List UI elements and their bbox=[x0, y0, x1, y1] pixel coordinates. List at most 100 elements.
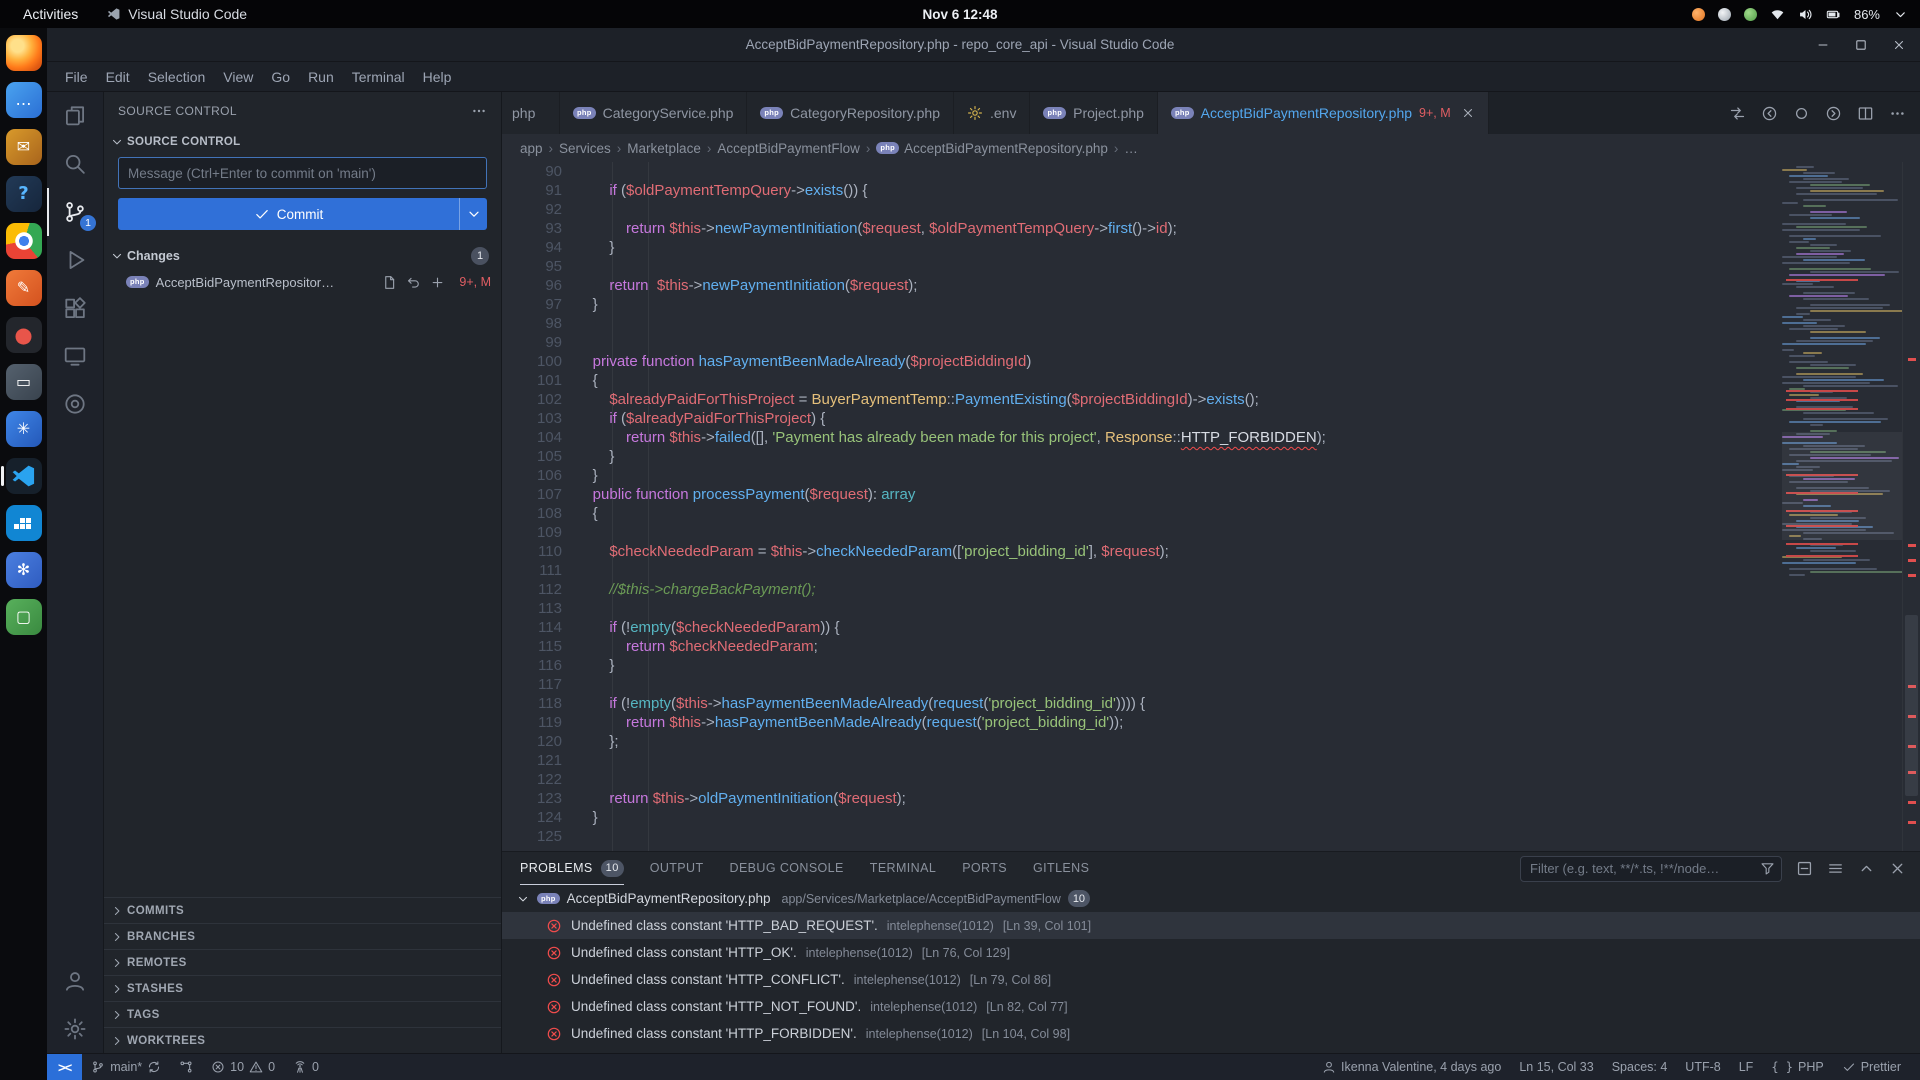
sidebar-section-stashes[interactable]: STASHES bbox=[104, 975, 501, 1001]
activities-button[interactable]: Activities bbox=[14, 2, 87, 26]
dock-item-chrome[interactable] bbox=[6, 223, 42, 259]
commit-dropdown-button[interactable] bbox=[459, 198, 487, 230]
code-editor[interactable]: 9091 if ($oldPaymentTempQuery->exists())… bbox=[502, 162, 1782, 851]
clock[interactable]: Nov 6 12:48 bbox=[922, 7, 997, 22]
breadcrumb-item-…[interactable]: … bbox=[1124, 141, 1138, 156]
menu-item-go[interactable]: Go bbox=[262, 65, 299, 89]
dock-item-app-blue[interactable]: ✳ bbox=[6, 411, 42, 447]
dock-item-help[interactable]: ? bbox=[6, 176, 42, 212]
status-problems[interactable]: 100 bbox=[202, 1054, 284, 1080]
breadcrumb-item-Marketplace[interactable]: Marketplace bbox=[627, 141, 701, 156]
activity-item-source-control[interactable]: 1 bbox=[47, 188, 103, 236]
problem-row[interactable]: Undefined class constant 'HTTP_NOT_FOUND… bbox=[502, 993, 1920, 1020]
breadcrumb[interactable]: app›Services›Marketplace›AcceptBidPaymen… bbox=[502, 134, 1920, 162]
menu-item-help[interactable]: Help bbox=[414, 65, 461, 89]
close-panel-icon[interactable] bbox=[1889, 860, 1906, 877]
code-line[interactable]: 96 return $this->newPaymentInitiation($r… bbox=[502, 276, 1782, 295]
sidebar-section-remotes[interactable]: REMOTES bbox=[104, 949, 501, 975]
maximize-button[interactable] bbox=[1854, 38, 1868, 52]
dock-item-mail[interactable]: ✉ bbox=[6, 129, 42, 165]
menu-item-run[interactable]: Run bbox=[299, 65, 343, 89]
menu-item-edit[interactable]: Edit bbox=[97, 65, 139, 89]
code-line[interactable]: 121 bbox=[502, 751, 1782, 770]
breadcrumb-item-AcceptBidPaymentFlow[interactable]: AcceptBidPaymentFlow bbox=[717, 141, 860, 156]
status-commit-graph[interactable] bbox=[170, 1054, 202, 1080]
open-file-icon[interactable] bbox=[382, 275, 397, 290]
dock-item-photos[interactable]: ● bbox=[6, 317, 42, 353]
code-line[interactable]: 101 { bbox=[502, 371, 1782, 390]
code-line[interactable]: 95 bbox=[502, 257, 1782, 276]
problem-row[interactable]: Undefined class constant 'HTTP_CONFLICT'… bbox=[502, 966, 1920, 993]
status-language[interactable]: { }PHP bbox=[1762, 1054, 1832, 1080]
problems-filter-input[interactable] bbox=[1520, 856, 1782, 882]
code-line[interactable]: 91 if ($oldPaymentTempQuery->exists()) { bbox=[502, 181, 1782, 200]
close-window-button[interactable] bbox=[1892, 38, 1906, 52]
scrollbar[interactable] bbox=[1902, 162, 1920, 851]
tab-CategoryRepository.php[interactable]: phpCategoryRepository.php bbox=[747, 92, 954, 134]
tray-indicator-light-icon[interactable] bbox=[1718, 8, 1731, 21]
network-icon[interactable] bbox=[1770, 7, 1785, 22]
focused-app[interactable]: Visual Studio Code bbox=[107, 6, 247, 22]
breadcrumb-item-app[interactable]: app bbox=[520, 141, 543, 156]
tray-indicator-orange-icon[interactable] bbox=[1692, 8, 1705, 21]
code-line[interactable]: 113 bbox=[502, 599, 1782, 618]
panel-tab-debug-console[interactable]: DEBUG CONSOLE bbox=[730, 852, 844, 885]
navigate-forward-icon[interactable] bbox=[1825, 105, 1842, 122]
collapse-all-icon[interactable] bbox=[1796, 860, 1813, 877]
more-actions-icon[interactable] bbox=[471, 103, 487, 119]
close-tab-icon[interactable] bbox=[1461, 106, 1475, 120]
code-line[interactable]: 103 if ($alreadyPaidForThisProject) { bbox=[502, 409, 1782, 428]
commit-button[interactable]: Commit bbox=[118, 198, 487, 230]
panel-tab-ports[interactable]: PORTS bbox=[962, 852, 1007, 885]
activity-item-search[interactable] bbox=[47, 140, 103, 188]
minimize-button[interactable] bbox=[1816, 38, 1830, 52]
code-line[interactable]: 105 } bbox=[502, 447, 1782, 466]
code-line[interactable]: 120 }; bbox=[502, 732, 1782, 751]
code-line[interactable]: 116 } bbox=[502, 656, 1782, 675]
problems-file-group[interactable]: php AcceptBidPaymentRepository.php app/S… bbox=[502, 885, 1920, 912]
code-line[interactable]: 97 } bbox=[502, 295, 1782, 314]
status-indentation[interactable]: Spaces: 4 bbox=[1603, 1054, 1677, 1080]
menu-item-selection[interactable]: Selection bbox=[139, 65, 215, 89]
breadcrumb-item-AcceptBidPaymentRepository.php[interactable]: phpAcceptBidPaymentRepository.php bbox=[876, 141, 1108, 156]
menu-item-terminal[interactable]: Terminal bbox=[343, 65, 414, 89]
code-line[interactable]: 92 bbox=[502, 200, 1782, 219]
panel-tab-output[interactable]: OUTPUT bbox=[650, 852, 704, 885]
system-tray[interactable]: 86% bbox=[1692, 7, 1908, 22]
problem-row[interactable]: Undefined class constant 'HTTP_FORBIDDEN… bbox=[502, 1020, 1920, 1047]
code-line[interactable]: 119 return $this->hasPaymentBeenMadeAlre… bbox=[502, 713, 1782, 732]
navigate-back-icon[interactable] bbox=[1761, 105, 1778, 122]
dock-item-boxes[interactable]: ▢ bbox=[6, 599, 42, 635]
code-line[interactable]: 99 bbox=[502, 333, 1782, 352]
commit-message-input[interactable] bbox=[118, 157, 487, 189]
sidebar-section-commits[interactable]: COMMITS bbox=[104, 897, 501, 923]
code-line[interactable]: 100 private function hasPaymentBeenMadeA… bbox=[502, 352, 1782, 371]
open-changes-icon[interactable] bbox=[1729, 105, 1746, 122]
changes-section-header[interactable]: Changes 1 bbox=[104, 243, 501, 269]
code-line[interactable]: 123 return $this->oldPaymentInitiation($… bbox=[502, 789, 1782, 808]
more-actions-icon[interactable] bbox=[1889, 105, 1906, 122]
menu-item-file[interactable]: File bbox=[56, 65, 97, 89]
scrollbar-thumb[interactable] bbox=[1905, 615, 1918, 796]
sidebar-section-tags[interactable]: TAGS bbox=[104, 1001, 501, 1027]
panel-tab-problems[interactable]: PROBLEMS10 bbox=[520, 852, 624, 885]
activity-item-accounts[interactable] bbox=[47, 957, 103, 1005]
code-line[interactable]: 106 } bbox=[502, 466, 1782, 485]
code-line[interactable]: 114 if (!empty($checkNeededParam)) { bbox=[502, 618, 1782, 637]
dock-item-screenshare[interactable]: ▭ bbox=[6, 364, 42, 400]
tab-CategoryService.php[interactable]: phpCategoryService.php bbox=[560, 92, 747, 134]
dock-item-vscode[interactable] bbox=[6, 458, 42, 494]
code-line[interactable]: 115 return $checkNeededParam; bbox=[502, 637, 1782, 656]
panel-tab-terminal[interactable]: TERMINAL bbox=[870, 852, 936, 885]
discard-changes-icon[interactable] bbox=[406, 275, 421, 290]
sidebar-section-worktrees[interactable]: WORKTREES bbox=[104, 1027, 501, 1053]
code-line[interactable]: 117 bbox=[502, 675, 1782, 694]
status-eol[interactable]: LF bbox=[1730, 1054, 1763, 1080]
panel-tab-gitlens[interactable]: GITLENS bbox=[1033, 852, 1089, 885]
volume-icon[interactable] bbox=[1798, 7, 1813, 22]
problem-row[interactable]: Undefined class constant 'HTTP_OK'.intel… bbox=[502, 939, 1920, 966]
changed-file-row[interactable]: php AcceptBidPaymentRepositor… 9+, M bbox=[104, 269, 501, 295]
battery-icon[interactable] bbox=[1826, 7, 1841, 22]
dock-item-marker[interactable]: ✎ bbox=[6, 270, 42, 306]
activity-item-run-debug[interactable] bbox=[47, 236, 103, 284]
